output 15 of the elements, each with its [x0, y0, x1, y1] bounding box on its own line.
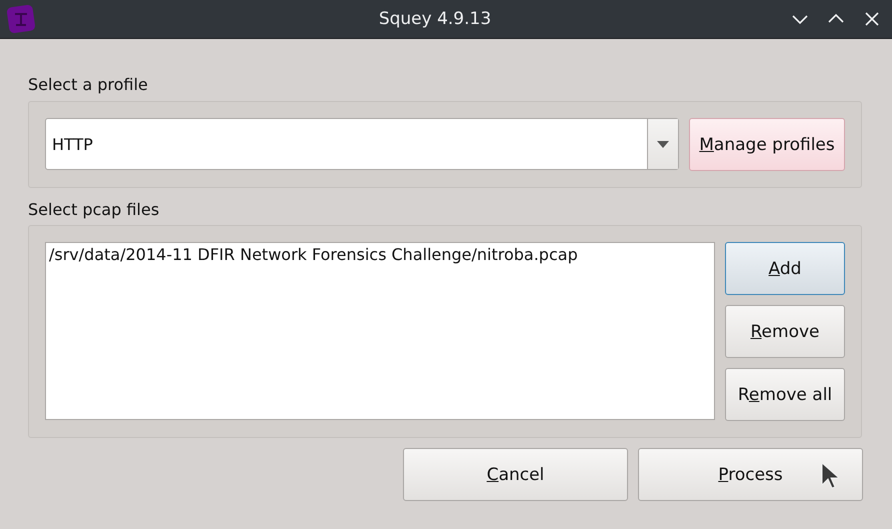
profile-dropdown[interactable]: HTTP [45, 118, 679, 170]
remove-all-button[interactable]: Remove all [725, 368, 845, 421]
manage-profiles-button[interactable]: Manage profiles [689, 118, 845, 171]
process-button[interactable]: Process [638, 448, 863, 501]
app-logo-icon [6, 4, 36, 34]
section-label: Select pcap files [28, 200, 160, 221]
mouse-pointer-icon [821, 462, 839, 490]
file-list[interactable]: /srv/data/2014-11 DFIR Network Forensics Challenge/nitroba.pcap [45, 242, 715, 420]
add-button[interactable]: Add [725, 242, 845, 295]
caret-icon [657, 140, 669, 148]
file-list-item[interactable]: /srv/data/2014-11 DFIR Network Forensics Challenge/nitroba.pcap [49, 245, 711, 264]
remove-button[interactable]: Remove [725, 305, 845, 358]
window-title: Squey 4.9.13 [378, 9, 492, 29]
section-label: Select a profile [28, 75, 149, 96]
cancel-button[interactable]: Cancel [403, 448, 628, 501]
